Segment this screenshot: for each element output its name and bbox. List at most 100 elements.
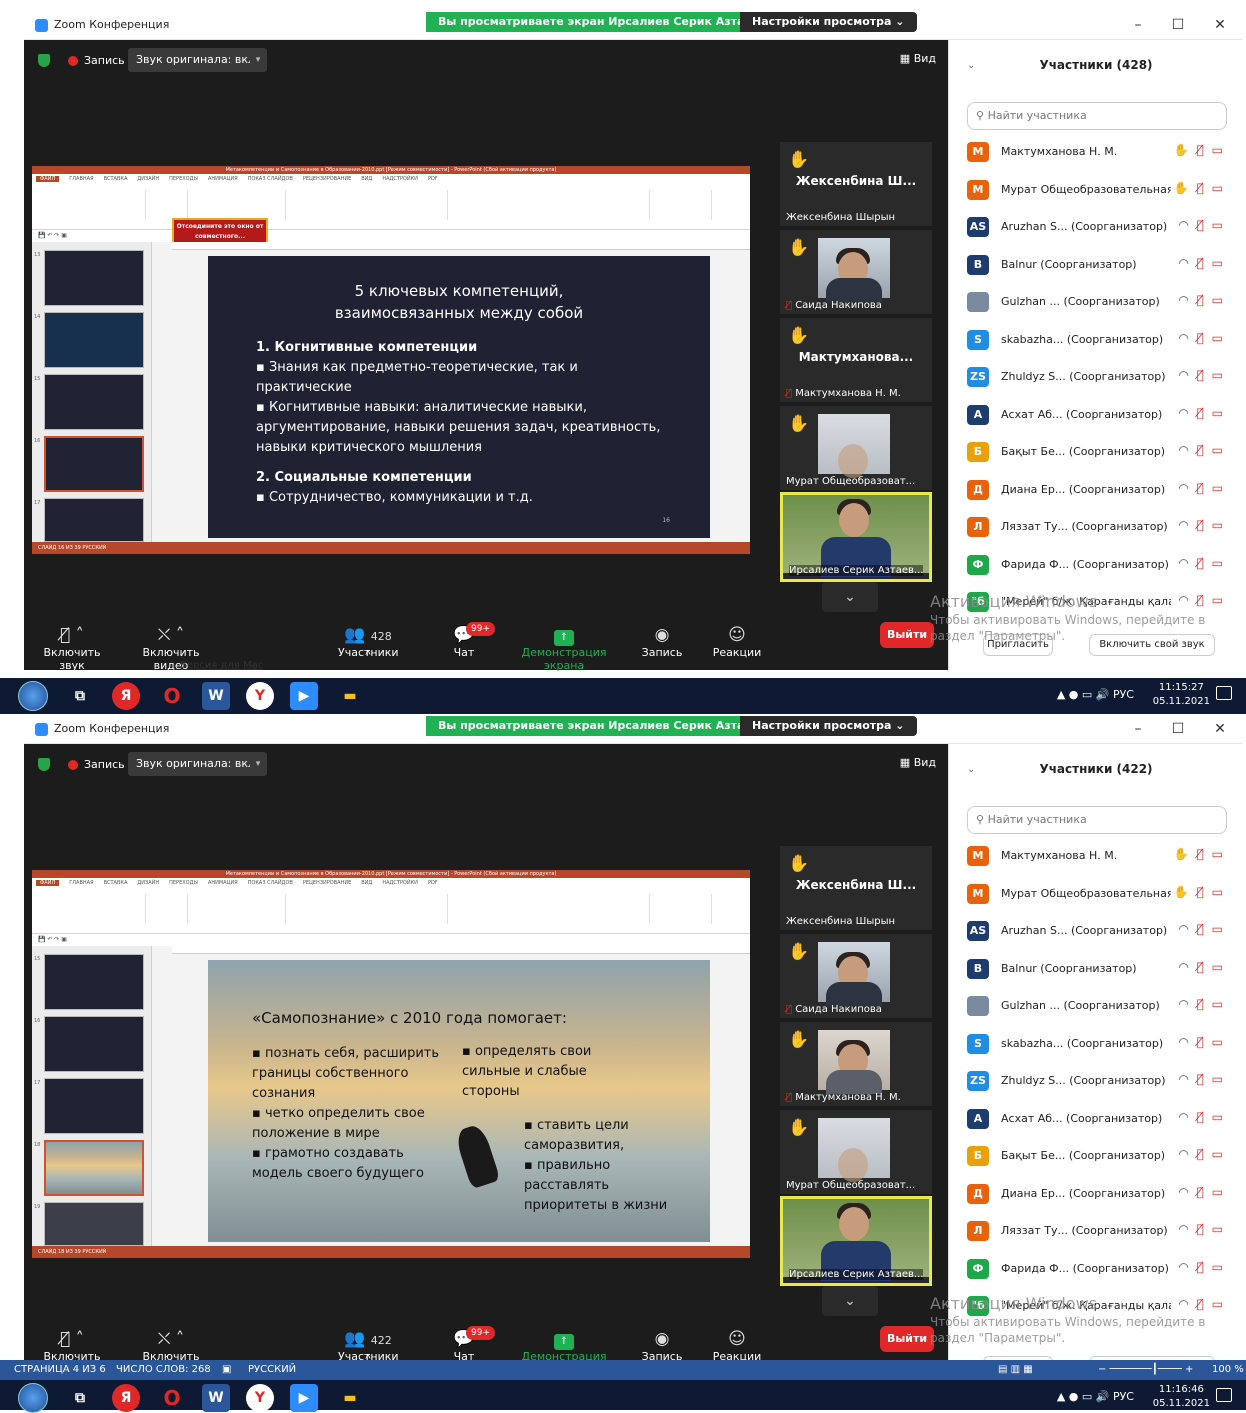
video-tile[interactable]: ✋ Мурат Общеобразоват... xyxy=(780,406,932,490)
ppt-menu-insert[interactable]: ВСТАВКА xyxy=(104,176,128,182)
opera-icon[interactable]: O xyxy=(158,682,186,710)
view-settings-button[interactable]: Настройки просмотра ⌄ xyxy=(740,716,917,736)
participant-status-icons[interactable]: ✋ 🎙̸ ▭ xyxy=(1174,847,1225,861)
notification-icon[interactable] xyxy=(1216,1388,1232,1402)
participant-status-icons[interactable]: ◠ 🎙̸ ▭ xyxy=(1178,960,1225,974)
participant-status-icons[interactable]: ◠ 🎙̸ ▭ xyxy=(1178,556,1225,570)
participant-row[interactable]: A Асхат Аб... (Соорганизатор) ◠ 🎙̸ ▭ xyxy=(965,1101,1231,1137)
video-tile[interactable]: ✋ 🎙̸ Саида Накипова xyxy=(780,934,932,1018)
participant-row[interactable]: Gulzhan ... (Соорганизатор) ◠ 🎙̸ ▭ xyxy=(965,284,1231,320)
record-button[interactable]: ◉ Запись xyxy=(640,1328,684,1360)
participant-row[interactable]: AS Aruzhan S... (Соорганизатор) ◠ 🎙̸ ▭ xyxy=(965,209,1231,245)
task-view-icon[interactable]: ⧉ xyxy=(66,1384,94,1412)
ribbon-drawing[interactable] xyxy=(450,190,650,220)
participant-row[interactable]: М Мактумханова Н. М. ✋ 🎙̸ ▭ xyxy=(965,134,1231,170)
view-mode-icons[interactable]: ▤ ▥ ▦ xyxy=(998,1360,1033,1380)
participant-status-icons[interactable]: ◠ 🎙̸ ▭ xyxy=(1178,1110,1225,1124)
ribbon-slides[interactable] xyxy=(148,190,188,220)
slide-thumb[interactable] xyxy=(44,312,144,368)
active-speaker-tile[interactable]: Ирсалиев Серик Азтаев... xyxy=(780,492,932,582)
participant-row[interactable]: Л Ляззат Ту... (Соорганизатор) ◠ 🎙̸ ▭ xyxy=(965,1213,1231,1249)
video-tile[interactable]: ✋ Мурат Общеобразоват... xyxy=(780,1110,932,1194)
participant-status-icons[interactable]: ◠ 🎙̸ ▭ xyxy=(1178,1260,1225,1274)
chevron-down-icon[interactable]: ⌄ xyxy=(822,1286,878,1316)
shield-icon[interactable] xyxy=(38,758,50,771)
quick-access-toolbar[interactable]: 💾 ↶ ↷ ▣ xyxy=(32,230,750,242)
unmute-button[interactable]: 🎙̸ ˄Включить звук xyxy=(34,1328,110,1360)
start-button[interactable] xyxy=(18,681,48,711)
participant-row[interactable]: Ф Фарида Ф... (Соорганизатор) ◠ 🎙̸ ▭ xyxy=(965,547,1231,583)
participant-row[interactable]: М Мактумханова Н. М. ✋ 🎙̸ ▭ xyxy=(965,838,1231,874)
share-screen-button[interactable]: ↑Демонстрация экрана xyxy=(504,1328,624,1360)
participant-status-icons[interactable]: ◠ 🎙̸ ▭ xyxy=(1178,1035,1225,1049)
participant-status-icons[interactable]: ◠ 🎙̸ ▭ xyxy=(1178,368,1225,382)
slide-thumb[interactable] xyxy=(44,1078,144,1134)
reactions-button[interactable]: ☺ Реакции xyxy=(712,624,762,659)
zoom-icon[interactable]: ▶ xyxy=(290,1384,318,1412)
ribbon-paragraph[interactable] xyxy=(288,190,448,220)
ppt-menu-transitions[interactable]: ПЕРЕХОДЫ xyxy=(169,880,198,886)
word-icon[interactable]: W xyxy=(202,1384,230,1412)
video-tile[interactable]: ✋ Мактумханова... 🎙̸ Мактумханова Н. М. xyxy=(780,318,932,402)
system-tray[interactable]: ▲ ● ▭ 🔊 РУС xyxy=(1057,1390,1134,1403)
maximize-icon[interactable]: ☐ xyxy=(1158,718,1198,740)
participant-row[interactable]: ZS Zhuldyz S... (Соорганизатор) ◠ 🎙̸ ▭ xyxy=(965,359,1231,395)
view-settings-button[interactable]: Настройки просмотра ⌄ xyxy=(740,12,917,32)
chevron-down-icon[interactable]: ▾ xyxy=(250,48,266,72)
ppt-menu-review[interactable]: РЕЦЕНЗИРОВАНИЕ xyxy=(303,880,351,886)
participant-row[interactable]: М Мурат Общеобразовательная... ✋ 🎙̸ ▭ xyxy=(965,876,1231,912)
ribbon-font[interactable] xyxy=(190,894,286,924)
minimize-icon[interactable]: – xyxy=(1118,718,1158,740)
slide-thumb[interactable] xyxy=(44,250,144,306)
video-tile[interactable]: ✋ 🎙̸ Мактумханова Н. М. xyxy=(780,1022,932,1106)
video-tile[interactable]: ✋ Жексенбина Ш... Жексенбина Шырын xyxy=(780,846,932,930)
video-tile[interactable]: ✋ Жексенбина Ш... Жексенбина Шырын xyxy=(780,142,932,226)
yandex-browser-icon[interactable]: Y xyxy=(246,1384,274,1412)
word-language[interactable]: РУССКИЙ xyxy=(248,1360,296,1380)
mac-version-link[interactable]: Версия для Mac xyxy=(180,660,263,671)
ppt-menu-addins[interactable]: НАДСТРОЙКИ xyxy=(382,880,418,886)
zoom-slider[interactable]: − ───────┃──── + xyxy=(1098,1360,1193,1380)
close-icon[interactable]: ✕ xyxy=(1200,14,1240,36)
slide-thumb[interactable] xyxy=(44,1202,144,1246)
participant-status-icons[interactable]: ✋ 🎙̸ ▭ xyxy=(1174,143,1225,157)
participant-row[interactable]: Gulzhan ... (Соорганизатор) ◠ 🎙̸ ▭ xyxy=(965,988,1231,1024)
notification-icon[interactable] xyxy=(1216,686,1232,700)
minimize-icon[interactable]: – xyxy=(1118,14,1158,36)
participant-status-icons[interactable]: ◠ 🎙̸ ▭ xyxy=(1178,256,1225,270)
video-tile[interactable]: ✋ 🎙̸ Саида Накипова xyxy=(780,230,932,314)
participant-status-icons[interactable]: ◠ 🎙̸ ▭ xyxy=(1178,443,1225,457)
participant-row[interactable]: Ф Фарида Ф... (Соорганизатор) ◠ 🎙̸ ▭ xyxy=(965,1251,1231,1287)
leave-button[interactable]: Выйти xyxy=(880,622,934,648)
participant-status-icons[interactable]: ◠ 🎙̸ ▭ xyxy=(1178,997,1225,1011)
search-input[interactable]: ⚲ Найти участника xyxy=(967,102,1227,130)
record-button[interactable]: ◉ Запись xyxy=(640,624,684,659)
leave-button[interactable]: Выйти xyxy=(880,1326,934,1352)
ppt-menu-home[interactable]: ГЛАВНАЯ xyxy=(69,176,93,182)
participant-row[interactable]: Д Диана Ер... (Соорганизатор) ◠ 🎙̸ ▭ xyxy=(965,472,1231,508)
close-icon[interactable]: ✕ xyxy=(1200,718,1240,740)
participant-status-icons[interactable]: ◠ 🎙̸ ▭ xyxy=(1178,922,1225,936)
original-audio-toggle[interactable]: Звук оригинала: вкл. xyxy=(128,752,267,776)
ribbon-editing[interactable] xyxy=(652,190,712,220)
share-screen-button[interactable]: ↑Демонстрация экрана xyxy=(504,624,624,672)
shield-icon[interactable] xyxy=(38,54,50,67)
ppt-menu-file[interactable]: ФАЙЛ xyxy=(36,880,60,886)
ppt-menu-slideshow[interactable]: ПОКАЗ СЛАЙДОВ xyxy=(248,176,293,182)
ppt-menu-review[interactable]: РЕЦЕНЗИРОВАНИЕ xyxy=(303,176,351,182)
language-indicator[interactable]: РУС xyxy=(1113,1390,1134,1403)
participant-status-icons[interactable]: ◠ 🎙̸ ▭ xyxy=(1178,481,1225,495)
reactions-button[interactable]: ☺ Реакции xyxy=(712,1328,762,1360)
ppt-menu-design[interactable]: ДИЗАЙН xyxy=(137,880,159,886)
task-view-icon[interactable]: ⧉ xyxy=(66,682,94,710)
word-word-count[interactable]: ЧИСЛО СЛОВ: 268 xyxy=(116,1360,211,1380)
maximize-icon[interactable]: ☐ xyxy=(1158,14,1198,36)
ribbon-clipboard[interactable] xyxy=(36,190,146,220)
original-audio-toggle[interactable]: Звук оригинала: вкл. xyxy=(128,48,267,72)
slide-thumb-selected[interactable] xyxy=(44,1140,144,1196)
ppt-menu-insert[interactable]: ВСТАВКА xyxy=(104,880,128,886)
chevron-down-icon[interactable]: ▾ xyxy=(250,752,266,776)
ppt-menu-pdf[interactable]: PDF xyxy=(428,880,438,886)
participant-row[interactable]: B Balnur (Соорганизатор) ◠ 🎙̸ ▭ xyxy=(965,247,1231,283)
opera-icon[interactable]: O xyxy=(158,1384,186,1412)
